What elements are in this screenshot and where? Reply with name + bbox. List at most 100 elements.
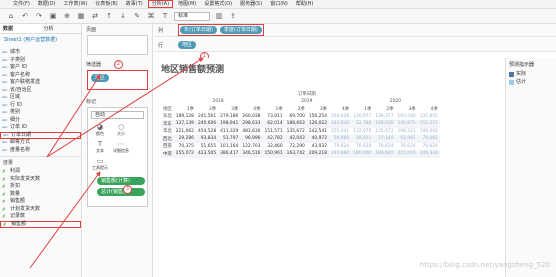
table-cell: 193,566 <box>397 113 416 119</box>
mark-button[interactable]: ▭ 工具提示 <box>91 157 109 171</box>
dimension-field[interactable]: 省/自治区 <box>0 87 81 95</box>
dimension-field[interactable]: 细分 <box>0 117 81 125</box>
dimension-field[interactable]: 客户名称 <box>0 72 81 80</box>
label-icon[interactable]: T <box>160 11 170 21</box>
rows-shelf[interactable]: 行 地区 <box>154 39 556 52</box>
undo-icon[interactable]: ↶ <box>20 11 30 21</box>
row-region-label: 西北 <box>161 135 174 143</box>
dimension-field[interactable]: 客户 ID <box>0 64 81 72</box>
row-region-label: 中南 <box>161 150 174 158</box>
columns-label: 列 <box>158 27 164 34</box>
dimension-field[interactable]: 区域 <box>0 94 81 102</box>
measure-field[interactable]: 记录数 <box>0 213 81 221</box>
new-datasource-icon[interactable]: ⊕ <box>62 11 72 21</box>
mark-button[interactable]: ○ 大小 <box>112 123 130 137</box>
table-cell: 180,000 <box>351 150 374 158</box>
measure-field[interactable]: 数量 <box>0 191 81 199</box>
table-cell: 241,030 <box>329 120 352 128</box>
mark-button[interactable]: ◕ 颜色 <box>91 123 109 137</box>
menu-item[interactable]: 帮助(H) <box>293 0 317 8</box>
pages-shelf[interactable] <box>87 35 148 55</box>
save-icon[interactable]: ▣ <box>48 11 58 21</box>
menu-item[interactable]: 数据(D) <box>35 0 59 8</box>
mark-button[interactable]: T 文本 <box>91 140 109 154</box>
dimension-field[interactable]: 子类别 <box>0 57 81 65</box>
table-cell: 221,062 <box>175 128 194 134</box>
table-row: 西北 29,286 93,834 51,797 96,996 42,782 42,043 40… <box>161 135 440 143</box>
legend-item[interactable]: 实际 <box>509 70 553 78</box>
mark-pill-sales-calc[interactable]: 销售额(计算) <box>97 177 145 185</box>
table-cell: 93,834 <box>195 135 219 143</box>
swap-icon[interactable]: ⇄ <box>90 11 100 21</box>
share-icon[interactable]: ⇪ <box>228 11 238 21</box>
chart-icon[interactable]: ▥ <box>214 11 224 21</box>
tab-data[interactable]: 数据 <box>0 24 41 33</box>
fit-select[interactable]: 标准 <box>174 11 210 21</box>
table-cell: 43,932 <box>311 143 327 149</box>
measure-field[interactable]: 实际发货天数 <box>0 176 81 184</box>
menu-item[interactable]: 文件(F) <box>10 0 33 8</box>
dimension-field[interactable]: 客户联络发送 <box>0 79 81 87</box>
sort-desc-icon[interactable]: ↓ <box>118 11 128 21</box>
measure-field[interactable]: 利润 <box>0 168 81 176</box>
mark-pill-total-sales[interactable]: 总计(销售额) <box>97 188 145 196</box>
dimension-field[interactable]: 邮寄方式 <box>0 139 81 147</box>
table-cell: 135,672 <box>375 128 394 134</box>
menu-item[interactable]: 仪表板(B) <box>92 0 120 8</box>
measure-field[interactable]: 计划发货天数 <box>0 206 81 214</box>
table-cell: 196,321 <box>397 128 416 134</box>
sort-asc-icon[interactable]: ↑ <box>104 11 114 21</box>
legend-swatch <box>509 71 514 77</box>
table-cell: 186,640 <box>373 150 396 158</box>
dimension-field[interactable]: 订单 ID <box>0 124 81 132</box>
forecast-legend: 预测指示器 实际 估计 <box>505 58 556 277</box>
marks-type-select[interactable]: 自动 <box>91 111 144 119</box>
table-cell: 155,271 <box>417 120 440 128</box>
column-pill-year[interactable]: 年(订单日期) <box>180 26 217 34</box>
dimension-field[interactable]: 度量名称 <box>0 147 81 155</box>
column-pill-quarter[interactable]: 季度(订单日期) <box>219 26 262 34</box>
dimension-field[interactable]: 订单日期 <box>0 131 81 139</box>
new-sheet-icon[interactable]: ▦ <box>76 11 86 21</box>
row-region-label: 东北 <box>163 114 172 120</box>
menu-item[interactable]: 设置格式(O) <box>201 0 235 8</box>
annotation-3: 3 <box>123 185 132 194</box>
quarter-header: 2季 <box>208 106 217 112</box>
menu-item[interactable]: 工作表(W) <box>61 0 91 8</box>
columns-shelf[interactable]: 列 年(订单日期) 季度(订单日期) <box>154 24 556 37</box>
menu-item[interactable]: 服务器(S) <box>237 0 265 8</box>
view-title: 地区销售额预测 <box>161 65 225 75</box>
table-cell: 29,286 <box>173 135 196 143</box>
dimension-field[interactable]: 行 ID <box>0 102 81 110</box>
redo-icon[interactable]: ↷ <box>34 11 44 21</box>
datasource-item[interactable]: Sheet1 (用户运营数据) <box>0 34 81 45</box>
measure-field[interactable]: 销售额 <box>0 198 81 206</box>
quarter-header: 3季 <box>408 106 416 112</box>
legend-item[interactable]: 估计 <box>509 78 553 86</box>
measure-field[interactable]: 折扣 <box>0 183 81 191</box>
tab-analytics[interactable]: 分析 <box>41 24 82 33</box>
menu-item[interactable]: 分析(A) <box>147 0 174 8</box>
highlight-icon[interactable]: ✎ <box>132 11 142 21</box>
menu-item[interactable]: 地图(M) <box>175 0 199 8</box>
marks-label: 标记 <box>86 99 97 105</box>
home-icon[interactable]: ⌂ <box>6 11 16 21</box>
col-header: 订单日期 <box>298 91 316 97</box>
filters-shelf[interactable]: 地区 <box>87 70 148 90</box>
worksheet-view: 地区销售额预测 订单日期 2018 2019 2020 地区 1季 2季 3季 4季 1季 2季… <box>155 58 500 277</box>
row-pill-region[interactable]: 地区 <box>178 41 197 49</box>
dimension-field[interactable]: 城市 <box>0 49 81 57</box>
group-icon[interactable]: ⌘ <box>146 11 156 21</box>
menu-item[interactable]: 故事(T) <box>123 0 146 8</box>
mark-button-icon: ▭ <box>96 157 104 165</box>
year-header: 2020 <box>389 98 402 104</box>
menu-item[interactable]: 窗口(N) <box>267 0 291 8</box>
measure-field[interactable]: 销售额 <box>0 220 81 228</box>
quarter-header: 3季 <box>231 106 239 112</box>
dimension-field[interactable]: 类别 <box>0 109 81 117</box>
table-row: 东北 189,128 241,561 279,186 260,038 73,911 69,7… <box>161 113 440 121</box>
filter-pill-region[interactable]: 地区 <box>91 74 110 82</box>
mark-button-icon: ◕ <box>96 123 104 131</box>
mark-button[interactable]: ⋯ 详细信息 <box>112 140 130 154</box>
quarter-header: 4季 <box>341 106 350 112</box>
